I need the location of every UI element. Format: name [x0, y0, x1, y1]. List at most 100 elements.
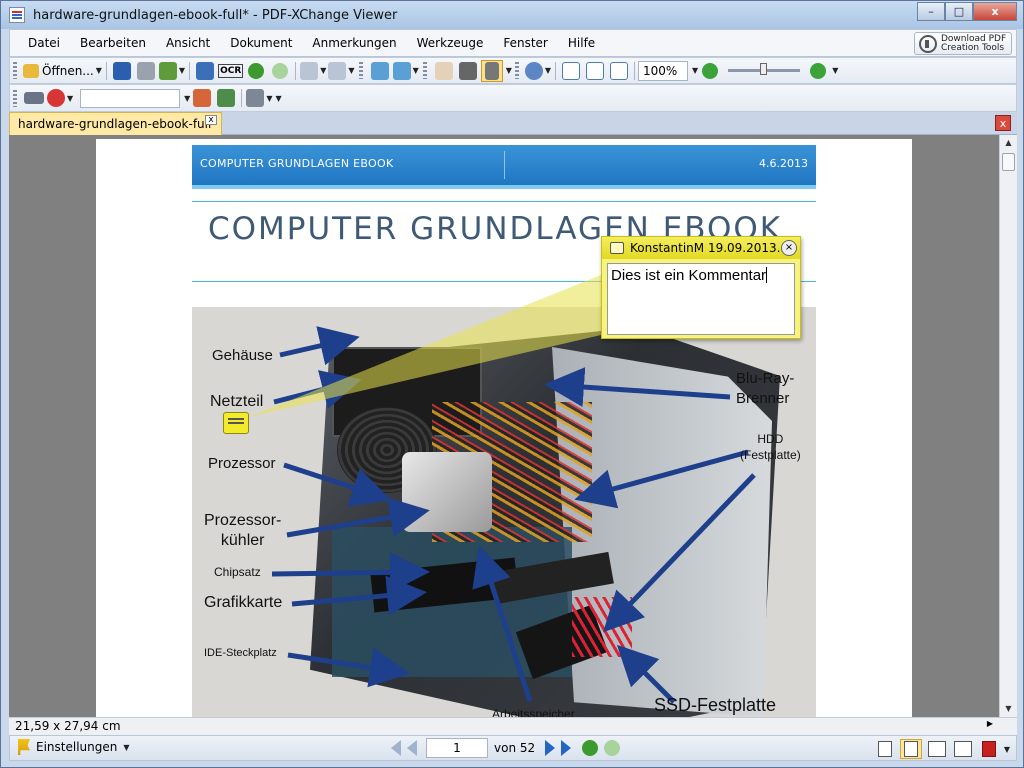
- secondary-toolbar: ▼ ▼ ▼ ▼: [9, 84, 1017, 112]
- scan-button[interactable]: [194, 60, 216, 82]
- search-next-icon: [193, 89, 212, 107]
- forward-button[interactable]: [269, 60, 291, 82]
- menu-dokument[interactable]: Dokument: [220, 36, 302, 50]
- forward-view-icon[interactable]: [604, 740, 621, 756]
- ocr-button[interactable]: OCR: [218, 60, 244, 82]
- zoom-in-button[interactable]: [807, 60, 829, 82]
- facing-pages-icon: [927, 741, 946, 757]
- comment-icon: [610, 242, 624, 254]
- scroll-right-icon[interactable]: ▶: [987, 719, 993, 728]
- chevron-down-icon[interactable]: ▼: [413, 66, 419, 75]
- search-dropdown-icon[interactable]: ▼: [184, 94, 190, 103]
- chevron-down-icon[interactable]: ▼: [545, 66, 551, 75]
- next-page-icon[interactable]: [545, 740, 556, 756]
- comment-text-field[interactable]: Dies ist ein Kommentar: [607, 263, 795, 335]
- chevron-down-icon[interactable]: ▼: [266, 94, 272, 103]
- search-prev-button[interactable]: [215, 87, 237, 109]
- toolbar-options-icon[interactable]: ▼: [275, 94, 281, 103]
- toolbar-options-icon[interactable]: ▼: [832, 66, 838, 75]
- rotate-button[interactable]: [369, 60, 391, 82]
- continuous-view-button[interactable]: [899, 739, 922, 759]
- previous-page-icon[interactable]: [407, 740, 417, 756]
- maximize-button[interactable]: □: [945, 2, 973, 21]
- close-button[interactable]: x: [973, 2, 1017, 21]
- print-button[interactable]: [135, 60, 157, 82]
- pages-icon: [392, 61, 411, 80]
- toolbar-grip[interactable]: [13, 62, 17, 79]
- search-prev-icon: [217, 89, 236, 107]
- chevron-down-icon[interactable]: ▼: [320, 66, 326, 75]
- vertical-scroll-thumb[interactable]: [1002, 153, 1015, 171]
- back-view-icon[interactable]: [582, 740, 599, 756]
- save-button[interactable]: [111, 60, 133, 82]
- redo-button[interactable]: ▼: [328, 60, 355, 82]
- pages-button[interactable]: ▼: [392, 60, 419, 82]
- single-page-view-button[interactable]: [874, 739, 896, 759]
- menu-ansicht[interactable]: Ansicht: [156, 36, 220, 50]
- chevron-down-icon[interactable]: ▼: [67, 94, 73, 103]
- zoom-tool-button[interactable]: ▼: [524, 60, 551, 82]
- first-page-icon[interactable]: [391, 740, 401, 756]
- scroll-down-icon[interactable]: ▼: [1000, 701, 1017, 717]
- comment-popup[interactable]: KonstantinM 19.09.2013... × Dies ist ein…: [601, 236, 801, 339]
- tab-hardware-grundlagen[interactable]: hardware-grundlagen-ebook-full* x: [9, 112, 222, 135]
- facing-view-button[interactable]: [926, 739, 948, 759]
- page-number-input[interactable]: 1: [426, 738, 488, 758]
- menu-bearbeiten[interactable]: Bearbeiten: [70, 36, 156, 50]
- binoculars-icon: [24, 92, 44, 104]
- redo-icon: [328, 61, 347, 80]
- menu-anmerkungen[interactable]: Anmerkungen: [302, 36, 406, 50]
- properties-button[interactable]: ▼: [158, 60, 185, 82]
- find-button[interactable]: [23, 87, 45, 109]
- fit-page-button[interactable]: [584, 60, 606, 82]
- minimize-button[interactable]: –: [917, 2, 945, 21]
- app-icon[interactable]: [9, 7, 25, 23]
- zoom-out-button[interactable]: [699, 60, 721, 82]
- ocr-icon: OCR: [218, 63, 244, 78]
- zoom-dropdown-icon[interactable]: ▼: [692, 66, 698, 75]
- chevron-down-icon[interactable]: ▼: [123, 743, 129, 752]
- download-pdf-tools-button[interactable]: Download PDF Creation Tools: [914, 32, 1012, 55]
- menu-werkzeuge[interactable]: Werkzeuge: [407, 36, 494, 50]
- last-page-icon[interactable]: [561, 740, 572, 756]
- settings-button[interactable]: Einstellungen ▼: [18, 739, 130, 755]
- scroll-up-icon[interactable]: ▲: [1000, 135, 1017, 151]
- close-document-icon[interactable]: x: [995, 115, 1011, 131]
- zoom-slider[interactable]: [728, 63, 801, 75]
- actual-size-button[interactable]: [560, 60, 582, 82]
- header-date: 4.6.2013: [759, 157, 808, 170]
- zoom-slider-thumb[interactable]: [760, 63, 768, 75]
- hand-tool-button[interactable]: [433, 60, 455, 82]
- zoom-input[interactable]: 100%: [638, 60, 689, 81]
- comment-note-icon[interactable]: [223, 412, 249, 434]
- comment-text: Dies ist ein Kommentar: [611, 267, 767, 284]
- comment-close-icon[interactable]: ×: [781, 240, 797, 256]
- search-input[interactable]: [80, 88, 181, 108]
- menu-fenster[interactable]: Fenster: [493, 36, 558, 50]
- menu-datei[interactable]: Datei: [10, 36, 70, 50]
- select-text-button[interactable]: [480, 59, 503, 82]
- chevron-down-icon[interactable]: ▼: [96, 66, 102, 75]
- chevron-down-icon[interactable]: ▼: [506, 66, 512, 75]
- window-title: hardware-grundlagen-ebook-full* - PDF-XC…: [33, 7, 398, 23]
- document-viewport[interactable]: COMPUTER GRUNDLAGEN EBOOK 4.6.2013 COMPU…: [9, 135, 999, 717]
- menu-hilfe[interactable]: Hilfe: [558, 36, 605, 50]
- undo-button[interactable]: ▼: [300, 60, 326, 82]
- camera-icon: [458, 61, 477, 80]
- tab-close-icon[interactable]: x: [205, 115, 217, 125]
- horizontal-scrollbar[interactable]: 21,59 x 27,94 cm ▶: [9, 717, 1017, 735]
- chevron-down-icon[interactable]: ▼: [348, 66, 354, 75]
- search-next-button[interactable]: [191, 87, 213, 109]
- back-button[interactable]: [245, 60, 267, 82]
- comment-header[interactable]: KonstantinM 19.09.2013... ×: [602, 237, 800, 259]
- continuous-facing-view-button[interactable]: [952, 739, 974, 759]
- open-button[interactable]: Öffnen... ▼: [23, 60, 102, 82]
- snapshot-button[interactable]: [457, 60, 479, 82]
- pdf-export-button[interactable]: [978, 739, 1000, 759]
- chevron-down-icon[interactable]: ▼: [179, 66, 185, 75]
- spellcheck-button[interactable]: ▼: [47, 87, 73, 109]
- vertical-scrollbar[interactable]: ▲ ▼: [999, 135, 1017, 717]
- chevron-down-icon[interactable]: ▼: [1004, 745, 1010, 754]
- stamp-button[interactable]: ▼: [246, 87, 272, 109]
- fit-width-button[interactable]: [608, 60, 630, 82]
